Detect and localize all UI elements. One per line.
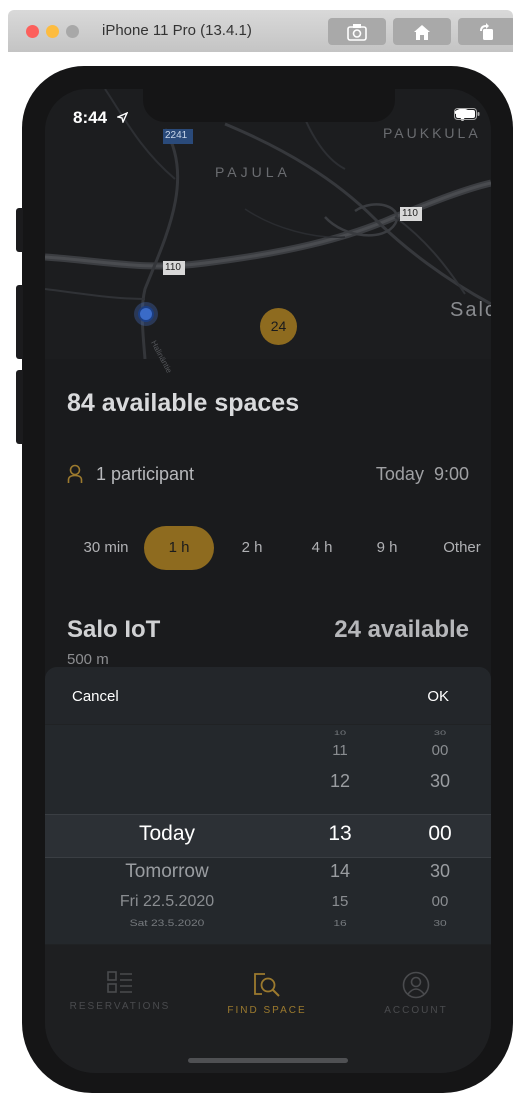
home-icon (414, 24, 430, 40)
picker-hour-option[interactable]: 11 (315, 742, 365, 759)
volume-down-button (16, 370, 23, 444)
picker-hour-option[interactable]: 15 (315, 893, 365, 910)
participant-count[interactable]: 1 participant (96, 464, 194, 485)
map-view[interactable]: 2241 110 110 PAJULA PAUKKULA Salo Halinä… (45, 89, 491, 375)
status-time: 8:44 (73, 108, 108, 127)
duration-selector: 30 min 1 h 2 h 4 h 9 h Other (67, 526, 491, 570)
duration-option-selected[interactable]: 1 h (144, 526, 214, 570)
picker-hour-option[interactable]: 12 (315, 771, 365, 792)
battery-icon (454, 108, 480, 120)
map-road-2241: 2241 (165, 130, 188, 141)
person-icon (67, 464, 83, 483)
date-time-picker-sheet: Cancel OK Today Tomorrow Fri 22.5.2020 S… (45, 667, 491, 947)
picker-minute-option[interactable]: 30 (415, 918, 465, 928)
user-location-marker (134, 302, 158, 326)
space-cluster-marker[interactable]: 24 (260, 308, 297, 345)
picker-date-option[interactable]: Fri 22.5.2020 (87, 893, 247, 911)
duration-option[interactable]: 2 h (232, 526, 272, 570)
notch (143, 89, 395, 122)
map-label-salo: Salo (450, 299, 491, 321)
map-label-pajula: PAJULA (215, 164, 291, 180)
map-road-110: 110 (402, 208, 418, 219)
phone-screen: 2241 110 110 PAJULA PAUKKULA Salo Halinä… (45, 89, 491, 1073)
picker-hour-option[interactable]: 13 (315, 822, 365, 846)
account-icon (402, 971, 430, 999)
status-indicators: •••• (454, 108, 480, 121)
picker-minute-column[interactable]: 30 00 30 00 30 00 30 (415, 725, 465, 944)
picker-minute-option[interactable]: 00 (415, 742, 465, 759)
tab-find-space[interactable]: FIND SPACE (207, 971, 327, 1016)
duration-option[interactable]: Other (437, 526, 487, 570)
home-button[interactable] (393, 18, 451, 45)
picker-hour-column[interactable]: 10 11 12 13 14 15 16 (315, 725, 365, 944)
cancel-button[interactable]: Cancel (72, 688, 119, 705)
picker-date-option[interactable]: Tomorrow (87, 861, 247, 883)
space-name[interactable]: Salo IoT (67, 616, 160, 644)
tab-label: ACCOUNT (384, 1005, 448, 1016)
picker-minute-option[interactable]: 30 (415, 729, 465, 736)
picker-toolbar: Cancel OK (45, 667, 491, 724)
cluster-count: 24 (270, 318, 287, 334)
screenshot-icon (347, 23, 367, 41)
minimize-window-button[interactable] (46, 25, 59, 38)
picker-hour-option[interactable]: 10 (315, 729, 365, 736)
close-window-button[interactable] (26, 25, 39, 38)
picker-hour-option[interactable]: 14 (315, 861, 365, 882)
screenshot-button[interactable] (328, 18, 386, 45)
mute-switch (16, 208, 23, 252)
duration-option[interactable]: 30 min (67, 526, 145, 570)
tab-account[interactable]: ACCOUNT (356, 971, 476, 1016)
picker-minute-option[interactable]: 30 (415, 861, 465, 882)
duration-option[interactable]: 4 h (302, 526, 342, 570)
picker-hour-option[interactable]: 16 (315, 918, 365, 928)
find-space-icon (254, 973, 280, 997)
zoom-window-button[interactable] (66, 25, 79, 38)
volume-up-button (16, 285, 23, 359)
available-spaces-title: 84 available spaces (67, 389, 300, 417)
participant-row[interactable]: 1 participant Today 9:00 (67, 462, 469, 488)
picker-date-option[interactable]: Today (87, 822, 247, 846)
selected-time: 9:00 (433, 464, 469, 484)
tab-reservations[interactable]: RESERVATIONS (60, 971, 180, 1012)
selected-date: Today (375, 464, 424, 484)
reservations-icon (107, 971, 132, 993)
ok-button[interactable]: OK (427, 688, 449, 705)
picker-date-option[interactable]: Sat 23.5.2020 (87, 917, 247, 928)
tab-bar: RESERVATIONS FIND SPACE ACCOUNT (45, 945, 491, 1073)
tab-label: FIND SPACE (227, 1005, 307, 1016)
map-label-paukkula: PAUKKULA (383, 125, 481, 141)
date-time-picker[interactable]: Today Tomorrow Fri 22.5.2020 Sat 23.5.20… (45, 725, 491, 944)
home-indicator[interactable] (188, 1058, 348, 1063)
rotate-button[interactable] (458, 18, 513, 45)
picker-minute-option[interactable]: 00 (415, 893, 465, 910)
map-road-110: 110 (165, 262, 181, 273)
picker-date-column[interactable]: Today Tomorrow Fri 22.5.2020 Sat 23.5.20… (87, 725, 247, 944)
tab-label: RESERVATIONS (69, 1001, 171, 1012)
space-distance: 500 m (67, 651, 109, 668)
duration-option[interactable]: 9 h (367, 526, 407, 570)
simulator-title: iPhone 11 Pro (13.4.1) (102, 22, 252, 39)
simulator-toolbar: iPhone 11 Pro (13.4.1) (8, 10, 513, 52)
picker-minute-option[interactable]: 30 (415, 771, 465, 792)
rotate-icon (480, 22, 493, 40)
space-availability: 24 available (334, 616, 469, 643)
picker-minute-option[interactable]: 00 (415, 822, 465, 846)
date-time-selector[interactable]: Today 9:00 (376, 464, 469, 485)
